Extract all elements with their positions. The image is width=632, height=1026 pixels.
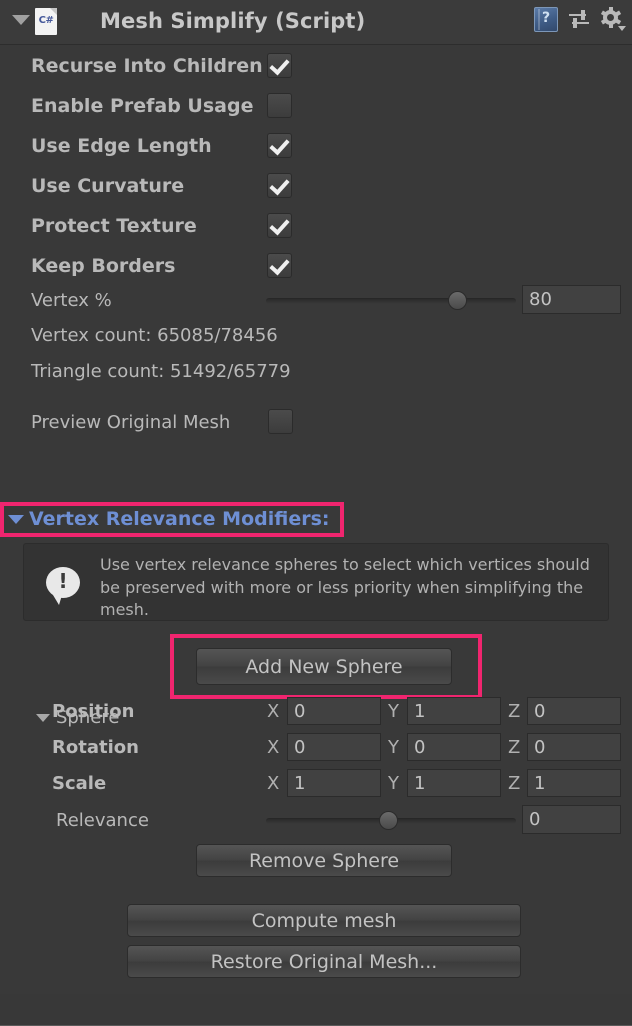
transform-row-position: Position X 0 Y 1 Z 0 <box>0 697 632 727</box>
field-keep-borders[interactable]: Keep Borders <box>0 250 632 286</box>
info-help-text: Use vertex relevance spheres to select w… <box>100 555 590 620</box>
info-exclamation-icon <box>46 567 80 605</box>
checkbox-preview-original-mesh[interactable] <box>268 409 293 434</box>
triangle-count-text: Triangle count: 51492/65779 <box>31 361 291 382</box>
vertex-relevance-modifiers-foldout[interactable]: Vertex Relevance Modifiers: <box>8 508 330 530</box>
inspector-panel: C# Mesh Simplify (Script) Recurse Into <box>0 0 632 1026</box>
gear-icon[interactable] <box>600 7 626 32</box>
rotation-x-input[interactable]: 0 <box>287 733 381 761</box>
header-icon-group <box>534 7 626 32</box>
remove-sphere-button[interactable]: Remove Sphere <box>196 844 452 877</box>
field-label: Use Curvature <box>31 175 185 197</box>
position-y-input[interactable]: 1 <box>407 697 501 725</box>
position-z-input[interactable]: 0 <box>527 697 621 725</box>
checkbox-recurse-into-children[interactable] <box>267 53 292 78</box>
csharp-script-icon-label: C# <box>38 15 54 26</box>
checkbox-use-edge-length[interactable] <box>267 133 292 158</box>
vertex-percent-label: Vertex % <box>31 290 112 311</box>
field-label: Keep Borders <box>31 255 176 277</box>
inspector-body: Recurse Into Children Enable Prefab Usag… <box>0 44 632 1026</box>
rotation-z-input[interactable]: 0 <box>527 733 621 761</box>
help-book-icon[interactable] <box>534 7 558 32</box>
field-label: Enable Prefab Usage <box>31 95 254 117</box>
transform-row-rotation: Rotation X 0 Y 0 Z 0 <box>0 733 632 763</box>
field-recurse-into-children[interactable]: Recurse Into Children <box>0 50 632 86</box>
axis-label-x: X <box>267 701 280 722</box>
vertex-count-text: Vertex count: 65085/78456 <box>31 325 278 346</box>
vertex-percent-slider-track[interactable] <box>266 298 516 304</box>
field-preview-original-mesh[interactable]: Preview Original Mesh <box>0 407 632 443</box>
field-enable-prefab-usage[interactable]: Enable Prefab Usage <box>0 90 632 126</box>
field-protect-texture[interactable]: Protect Texture <box>0 210 632 246</box>
position-x-input[interactable]: 0 <box>287 697 381 725</box>
component-title: Mesh Simplify (Script) <box>100 9 366 33</box>
row-label: Rotation <box>52 737 139 758</box>
relevance-input[interactable]: 0 <box>522 805 621 834</box>
csharp-script-icon: C# <box>35 8 57 35</box>
axis-label-x: X <box>267 773 280 794</box>
scale-y-input[interactable]: 1 <box>407 769 501 797</box>
field-label: Use Edge Length <box>31 135 212 157</box>
add-new-sphere-button[interactable]: Add New Sphere <box>196 648 452 685</box>
restore-original-mesh-button[interactable]: Restore Original Mesh... <box>127 945 521 978</box>
checkbox-use-curvature[interactable] <box>267 173 292 198</box>
compute-mesh-button[interactable]: Compute mesh <box>127 904 521 937</box>
rotation-y-input[interactable]: 0 <box>407 733 501 761</box>
axis-label-z: Z <box>508 773 521 794</box>
axis-label-y: Y <box>388 737 399 758</box>
field-label: Recurse Into Children <box>31 55 263 77</box>
field-use-curvature[interactable]: Use Curvature <box>0 170 632 206</box>
preset-icon[interactable] <box>568 9 590 31</box>
scale-z-input[interactable]: 1 <box>527 769 621 797</box>
axis-label-y: Y <box>388 773 399 794</box>
axis-label-z: Z <box>508 737 521 758</box>
checkbox-enable-prefab-usage[interactable] <box>267 93 292 118</box>
relevance-label: Relevance <box>56 810 149 831</box>
row-label: Position <box>52 701 135 722</box>
scale-x-input[interactable]: 1 <box>287 769 381 797</box>
axis-label-z: Z <box>508 701 521 722</box>
vertex-percent-slider-knob[interactable] <box>448 291 467 310</box>
component-foldout-triangle-icon[interactable] <box>12 15 30 25</box>
field-label: Preview Original Mesh <box>31 412 231 433</box>
relevance-slider-knob[interactable] <box>379 811 398 830</box>
row-label: Scale <box>52 773 107 794</box>
field-use-edge-length[interactable]: Use Edge Length <box>0 130 632 166</box>
checkbox-keep-borders[interactable] <box>267 253 292 278</box>
foldout-triangle-icon[interactable] <box>8 514 24 524</box>
axis-label-y: Y <box>388 701 399 722</box>
vertex-percent-input[interactable]: 80 <box>522 285 621 314</box>
info-help-box: Use vertex relevance spheres to select w… <box>23 543 609 621</box>
checkbox-protect-texture[interactable] <box>267 213 292 238</box>
component-header[interactable]: C# Mesh Simplify (Script) <box>0 0 632 45</box>
transform-row-scale: Scale X 1 Y 1 Z 1 <box>0 769 632 799</box>
axis-label-x: X <box>267 737 280 758</box>
vertex-relevance-modifiers-label: Vertex Relevance Modifiers: <box>29 508 330 530</box>
field-label: Protect Texture <box>31 215 197 237</box>
